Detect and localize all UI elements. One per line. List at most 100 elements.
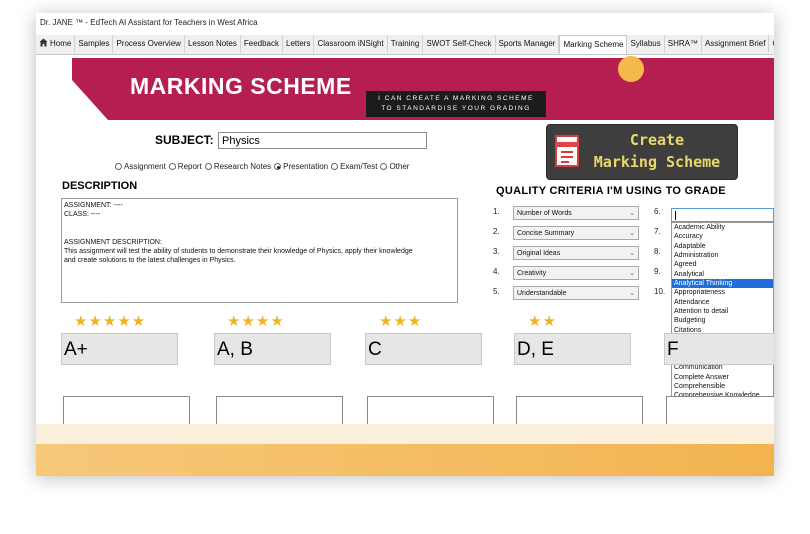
tab-process-overview[interactable]: Process Overview xyxy=(113,35,185,53)
tab-shra[interactable]: SHRA™ xyxy=(665,35,702,53)
radio-presentation[interactable]: Presentation xyxy=(274,162,328,171)
tab-bar: Home Samples Process Overview Lesson Notes F… xyxy=(36,35,774,55)
banner-subtitle-line2: TO STANDARDISE YOUR GRADING xyxy=(381,105,531,112)
grade-description-input[interactable] xyxy=(516,396,643,426)
tab-letters[interactable]: Letters xyxy=(283,35,315,53)
criterion-number: 6. xyxy=(654,207,661,216)
grade-description-input[interactable] xyxy=(216,396,343,426)
dropdown-option[interactable]: Appropriateness xyxy=(672,288,773,297)
chevron-down-icon[interactable]: ⌄ xyxy=(629,287,635,300)
dropdown-option[interactable]: Adaptable xyxy=(672,242,773,251)
radio-exam-test[interactable]: Exam/Test xyxy=(331,162,377,171)
dropdown-option[interactable]: Academic Ability xyxy=(672,223,773,232)
tab-home[interactable]: Home xyxy=(36,35,76,53)
radio-assignment[interactable]: Assignment xyxy=(115,162,166,171)
dropdown-option[interactable]: Analytical Thinking xyxy=(672,279,773,289)
tab-syllabus[interactable]: Syllabus xyxy=(627,35,665,53)
create-button-label-line1: Create xyxy=(629,131,685,149)
star-rating: ★★★★ xyxy=(227,313,285,330)
footer-bar xyxy=(36,444,774,476)
chevron-down-icon[interactable]: ⌄ xyxy=(629,247,635,260)
criterion-2-select[interactable]: Concise Summary ⌄ xyxy=(513,226,639,240)
criterion-4-select[interactable]: Creativity ⌄ xyxy=(513,266,639,280)
radio-circle-icon[interactable] xyxy=(380,163,388,170)
tab-classroom-insight[interactable]: Classroom iNSight xyxy=(314,35,388,53)
grade-label: F xyxy=(664,333,774,365)
radio-circle-icon[interactable] xyxy=(274,163,282,170)
criterion-number: 9. xyxy=(654,267,661,276)
chevron-down-icon[interactable]: ⌄ xyxy=(629,267,635,280)
criterion-value: Understandable xyxy=(517,290,567,297)
tab-samples[interactable]: Samples xyxy=(75,35,114,53)
radio-circle-icon[interactable] xyxy=(204,163,212,170)
radio-circle-icon[interactable] xyxy=(168,163,176,170)
dropdown-option[interactable]: Complete Answer xyxy=(672,373,773,382)
assignment-type-radio-group: Assignment Report Research Notes Presentati… xyxy=(115,162,412,171)
tab-marking-scheme[interactable]: Marking Scheme xyxy=(559,35,628,54)
dropdown-option[interactable]: Comprehensible xyxy=(672,382,773,391)
description-line: ASSIGNMENT DESCRIPTION: xyxy=(64,238,162,246)
tab-feedback[interactable]: Feedback xyxy=(241,35,283,53)
tab-label: Letters xyxy=(286,39,311,48)
dropdown-option[interactable]: Agreed xyxy=(672,260,773,269)
tab-assignment-brief[interactable]: Assignment Brief xyxy=(702,35,770,53)
criterion-1-select[interactable]: Number of Words ⌄ xyxy=(513,206,639,220)
tab-label: Assignment Brief xyxy=(704,39,766,48)
criterion-3-select[interactable]: Original Ideas ⌄ xyxy=(513,246,639,260)
tab-label: Sports Manager xyxy=(498,39,556,48)
tab-quiz[interactable]: Quiz xyxy=(769,35,774,53)
dropdown-option[interactable]: Accuracy xyxy=(672,232,773,241)
description-line xyxy=(64,219,455,228)
criterion-number: 2. xyxy=(493,227,500,236)
description-line: ASSIGNMENT: ---- xyxy=(64,202,123,209)
banner-subtitle-line1: I CAN CREATE A MARKING SCHEME xyxy=(378,95,534,102)
tab-training[interactable]: Training xyxy=(388,35,424,53)
criterion-6-combobox[interactable] xyxy=(671,208,774,222)
description-line: and create solutions to the latest chall… xyxy=(64,257,236,265)
grade-description-input[interactable] xyxy=(63,396,190,426)
criterion-number: 8. xyxy=(654,247,661,256)
tab-label: Quiz xyxy=(772,39,774,48)
dropdown-option[interactable]: Attention to detail xyxy=(672,307,773,316)
page-title: MARKING SCHEME xyxy=(130,73,352,99)
criterion-number: 4. xyxy=(493,267,500,276)
radio-circle-icon[interactable] xyxy=(115,163,122,170)
radio-research-notes[interactable]: Research Notes xyxy=(204,162,271,171)
tab-lesson-notes[interactable]: Lesson Notes xyxy=(185,35,241,53)
radio-other[interactable]: Other xyxy=(380,162,409,171)
footer-band xyxy=(36,424,774,444)
chevron-down-icon[interactable]: ⌄ xyxy=(629,227,635,240)
star-rating: ★★★ xyxy=(379,313,423,330)
tab-label: Process Overview xyxy=(116,39,181,48)
radio-circle-icon[interactable] xyxy=(331,163,339,170)
window-title: Dr. JANE ™ - EdTech AI Assistant for Tea… xyxy=(36,13,774,33)
criterion-value: Number of Words xyxy=(517,210,572,217)
grade-description-input[interactable] xyxy=(367,396,494,426)
tab-swot-self-check[interactable]: SWOT Self-Check xyxy=(423,35,496,53)
dropdown-option[interactable]: Analytical xyxy=(672,270,773,279)
radio-report[interactable]: Report xyxy=(168,162,202,171)
criterion-5-select[interactable]: Understandable ⌄ xyxy=(513,286,639,300)
text-caret xyxy=(675,211,676,220)
dropdown-option[interactable]: Attendance xyxy=(672,298,773,307)
description-textarea[interactable]: ASSIGNMENT: ---- CLASS: ---- ASSIGNMENT DE… xyxy=(61,198,458,303)
dropdown-option[interactable]: Budgeting xyxy=(672,316,773,325)
tab-label: Samples xyxy=(78,39,110,48)
quality-criteria-heading: QUALITY CRITERIA I'M USING TO GRADE xyxy=(496,185,726,197)
grade-description-input[interactable] xyxy=(666,396,774,426)
create-marking-scheme-button[interactable]: Create Marking Scheme xyxy=(546,124,738,180)
app-window: Dr. JANE ™ - EdTech AI Assistant for Tea… xyxy=(36,13,774,476)
radio-label: Assignment xyxy=(124,162,166,171)
star-rating: ★★ xyxy=(528,313,557,330)
criterion-number: 1. xyxy=(493,207,500,216)
description-line: CLASS: ---- xyxy=(64,211,101,219)
radio-label: Presentation xyxy=(283,162,329,171)
dropdown-option[interactable]: Administration xyxy=(672,251,773,260)
description-line: This assignment will test the ability of… xyxy=(64,247,413,255)
criterion-number: 5. xyxy=(493,287,500,296)
grade-label: C xyxy=(365,333,482,365)
tab-sports-manager[interactable]: Sports Manager xyxy=(496,35,560,53)
subject-input[interactable]: Physics xyxy=(218,132,427,149)
criterion-number: 10. xyxy=(654,287,666,296)
chevron-down-icon[interactable]: ⌄ xyxy=(629,207,635,220)
